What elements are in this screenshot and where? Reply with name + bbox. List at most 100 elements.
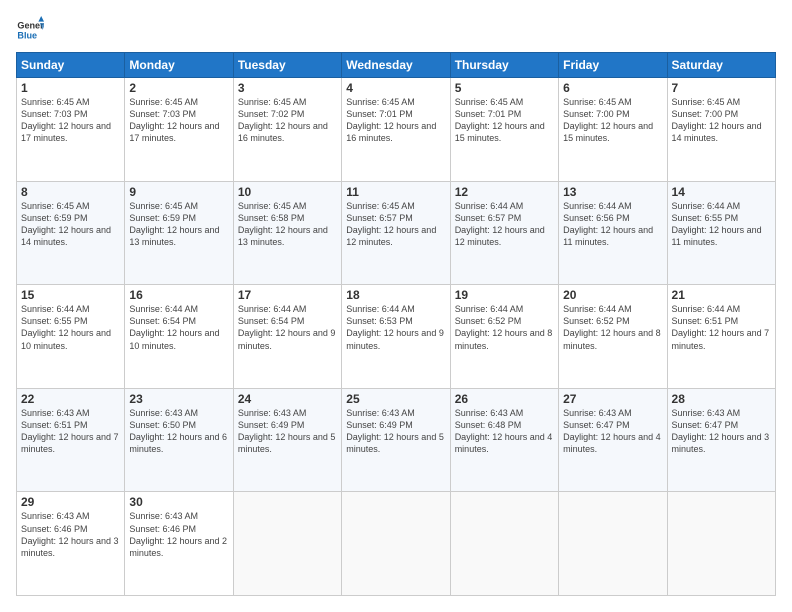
day-info: Sunrise: 6:44 AM Sunset: 6:56 PM Dayligh… [563,200,662,249]
daylight-label: Daylight: 12 hours and 15 minutes. [563,121,653,143]
day-cell-5: 5 Sunrise: 6:45 AM Sunset: 7:01 PM Dayli… [450,78,558,182]
daylight-label: Daylight: 12 hours and 4 minutes. [563,432,661,454]
sunrise-label: Sunrise: 6:45 AM [563,97,632,107]
sunrise-label: Sunrise: 6:43 AM [21,408,90,418]
sunset-label: Sunset: 7:03 PM [129,109,196,119]
sunrise-label: Sunrise: 6:43 AM [563,408,632,418]
day-cell-30: 30 Sunrise: 6:43 AM Sunset: 6:46 PM Dayl… [125,492,233,596]
sunset-label: Sunset: 6:47 PM [672,420,739,430]
sunset-label: Sunset: 6:49 PM [238,420,305,430]
sunrise-label: Sunrise: 6:44 AM [238,304,307,314]
daylight-label: Daylight: 12 hours and 14 minutes. [21,225,111,247]
week-row-1: 1 Sunrise: 6:45 AM Sunset: 7:03 PM Dayli… [17,78,776,182]
day-cell-20: 20 Sunrise: 6:44 AM Sunset: 6:52 PM Dayl… [559,285,667,389]
day-number: 2 [129,81,228,95]
day-cell-19: 19 Sunrise: 6:44 AM Sunset: 6:52 PM Dayl… [450,285,558,389]
day-number: 20 [563,288,662,302]
sunset-label: Sunset: 6:54 PM [129,316,196,326]
day-cell-16: 16 Sunrise: 6:44 AM Sunset: 6:54 PM Dayl… [125,285,233,389]
week-row-3: 15 Sunrise: 6:44 AM Sunset: 6:55 PM Dayl… [17,285,776,389]
empty-cell [342,492,450,596]
day-info: Sunrise: 6:43 AM Sunset: 6:50 PM Dayligh… [129,407,228,456]
daylight-label: Daylight: 12 hours and 10 minutes. [21,328,111,350]
day-info: Sunrise: 6:43 AM Sunset: 6:49 PM Dayligh… [346,407,445,456]
sunset-label: Sunset: 6:59 PM [21,213,88,223]
sunrise-label: Sunrise: 6:45 AM [21,201,90,211]
day-info: Sunrise: 6:45 AM Sunset: 6:58 PM Dayligh… [238,200,337,249]
sunrise-label: Sunrise: 6:43 AM [238,408,307,418]
sunrise-label: Sunrise: 6:43 AM [129,511,198,521]
day-cell-25: 25 Sunrise: 6:43 AM Sunset: 6:49 PM Dayl… [342,388,450,492]
day-cell-13: 13 Sunrise: 6:44 AM Sunset: 6:56 PM Dayl… [559,181,667,285]
day-number: 1 [21,81,120,95]
day-info: Sunrise: 6:45 AM Sunset: 7:01 PM Dayligh… [346,96,445,145]
day-cell-23: 23 Sunrise: 6:43 AM Sunset: 6:50 PM Dayl… [125,388,233,492]
sunset-label: Sunset: 6:52 PM [563,316,630,326]
day-cell-11: 11 Sunrise: 6:45 AM Sunset: 6:57 PM Dayl… [342,181,450,285]
daylight-label: Daylight: 12 hours and 12 minutes. [346,225,436,247]
day-info: Sunrise: 6:45 AM Sunset: 6:59 PM Dayligh… [129,200,228,249]
day-number: 25 [346,392,445,406]
sunrise-label: Sunrise: 6:45 AM [346,97,415,107]
sunset-label: Sunset: 6:59 PM [129,213,196,223]
sunrise-label: Sunrise: 6:43 AM [346,408,415,418]
day-number: 5 [455,81,554,95]
day-info: Sunrise: 6:43 AM Sunset: 6:49 PM Dayligh… [238,407,337,456]
sunrise-label: Sunrise: 6:44 AM [455,201,524,211]
day-cell-29: 29 Sunrise: 6:43 AM Sunset: 6:46 PM Dayl… [17,492,125,596]
day-cell-27: 27 Sunrise: 6:43 AM Sunset: 6:47 PM Dayl… [559,388,667,492]
day-cell-12: 12 Sunrise: 6:44 AM Sunset: 6:57 PM Dayl… [450,181,558,285]
day-info: Sunrise: 6:45 AM Sunset: 7:02 PM Dayligh… [238,96,337,145]
empty-cell [667,492,775,596]
day-number: 27 [563,392,662,406]
day-info: Sunrise: 6:43 AM Sunset: 6:48 PM Dayligh… [455,407,554,456]
sunset-label: Sunset: 7:00 PM [563,109,630,119]
day-number: 3 [238,81,337,95]
sunset-label: Sunset: 7:03 PM [21,109,88,119]
sunrise-label: Sunrise: 6:45 AM [21,97,90,107]
daylight-label: Daylight: 12 hours and 13 minutes. [129,225,219,247]
daylight-label: Daylight: 12 hours and 7 minutes. [672,328,770,350]
sunset-label: Sunset: 6:55 PM [672,213,739,223]
daylight-label: Daylight: 12 hours and 12 minutes. [455,225,545,247]
sunset-label: Sunset: 6:54 PM [238,316,305,326]
day-number: 23 [129,392,228,406]
day-header-wednesday: Wednesday [342,53,450,78]
day-cell-14: 14 Sunrise: 6:44 AM Sunset: 6:55 PM Dayl… [667,181,775,285]
daylight-label: Daylight: 12 hours and 5 minutes. [346,432,444,454]
sunset-label: Sunset: 6:47 PM [563,420,630,430]
day-number: 9 [129,185,228,199]
day-header-friday: Friday [559,53,667,78]
empty-cell [450,492,558,596]
day-cell-7: 7 Sunrise: 6:45 AM Sunset: 7:00 PM Dayli… [667,78,775,182]
sunset-label: Sunset: 6:48 PM [455,420,522,430]
sunrise-label: Sunrise: 6:44 AM [21,304,90,314]
daylight-label: Daylight: 12 hours and 10 minutes. [129,328,219,350]
week-row-4: 22 Sunrise: 6:43 AM Sunset: 6:51 PM Dayl… [17,388,776,492]
day-info: Sunrise: 6:44 AM Sunset: 6:54 PM Dayligh… [238,303,337,352]
sunrise-label: Sunrise: 6:44 AM [346,304,415,314]
day-cell-15: 15 Sunrise: 6:44 AM Sunset: 6:55 PM Dayl… [17,285,125,389]
day-cell-21: 21 Sunrise: 6:44 AM Sunset: 6:51 PM Dayl… [667,285,775,389]
sunset-label: Sunset: 6:57 PM [455,213,522,223]
day-header-thursday: Thursday [450,53,558,78]
day-info: Sunrise: 6:44 AM Sunset: 6:55 PM Dayligh… [21,303,120,352]
day-info: Sunrise: 6:44 AM Sunset: 6:51 PM Dayligh… [672,303,771,352]
day-info: Sunrise: 6:45 AM Sunset: 7:03 PM Dayligh… [21,96,120,145]
day-number: 22 [21,392,120,406]
sunset-label: Sunset: 7:00 PM [672,109,739,119]
daylight-label: Daylight: 12 hours and 14 minutes. [672,121,762,143]
sunset-label: Sunset: 6:55 PM [21,316,88,326]
day-number: 10 [238,185,337,199]
day-cell-26: 26 Sunrise: 6:43 AM Sunset: 6:48 PM Dayl… [450,388,558,492]
day-number: 15 [21,288,120,302]
sunrise-label: Sunrise: 6:45 AM [129,201,198,211]
day-cell-2: 2 Sunrise: 6:45 AM Sunset: 7:03 PM Dayli… [125,78,233,182]
day-info: Sunrise: 6:43 AM Sunset: 6:46 PM Dayligh… [129,510,228,559]
day-number: 12 [455,185,554,199]
sunset-label: Sunset: 6:56 PM [563,213,630,223]
daylight-label: Daylight: 12 hours and 9 minutes. [238,328,336,350]
daylight-label: Daylight: 12 hours and 3 minutes. [672,432,770,454]
header: General Blue [16,16,776,44]
day-cell-22: 22 Sunrise: 6:43 AM Sunset: 6:51 PM Dayl… [17,388,125,492]
